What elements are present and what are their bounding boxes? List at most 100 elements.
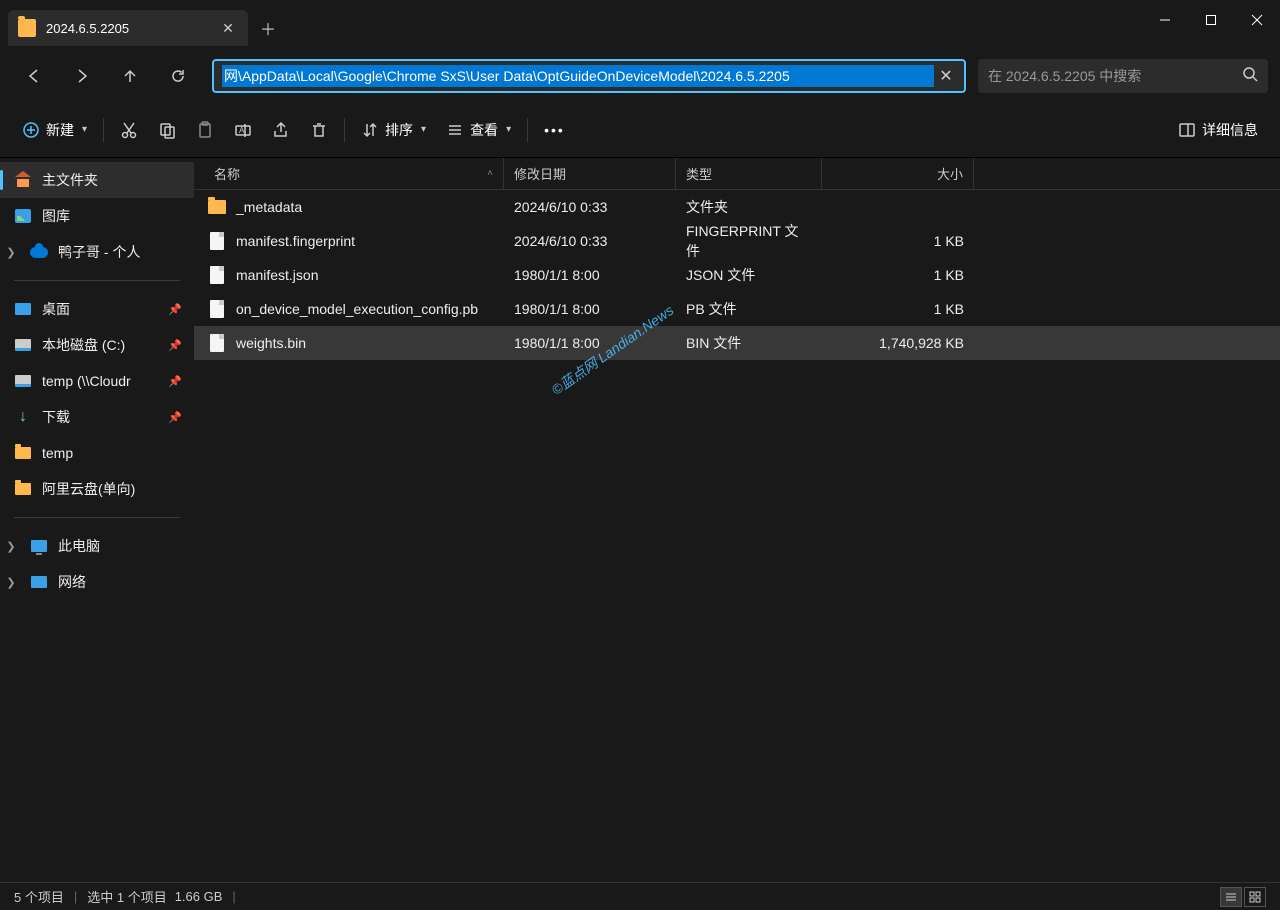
column-date[interactable]: 修改日期 xyxy=(504,158,676,189)
search-box[interactable]: 在 2024.6.5.2205 中搜索 xyxy=(978,59,1268,93)
file-row[interactable]: _metadata2024/6/10 0:33文件夹 xyxy=(194,190,1280,224)
pin-icon: 📌 xyxy=(168,375,182,388)
folder-icon xyxy=(18,19,36,37)
more-button[interactable]: ••• xyxy=(534,112,575,148)
search-icon xyxy=(1242,66,1258,87)
view-icon xyxy=(446,121,464,139)
file-row[interactable]: manifest.json1980/1/1 8:00JSON 文件1 KB xyxy=(194,258,1280,292)
statusbar: 5 个项目 | 选中 1 个项目 1.66 GB | xyxy=(0,882,1280,910)
column-headers: 名称 ˄ 修改日期 类型 大小 xyxy=(194,158,1280,190)
chevron-down-icon: ▾ xyxy=(421,124,426,135)
sidebar-downloads[interactable]: ↓ 下载 📌 xyxy=(0,399,194,435)
icons-view-button[interactable] xyxy=(1244,887,1266,907)
search-placeholder: 在 2024.6.5.2205 中搜索 xyxy=(988,66,1242,86)
file-name: manifest.fingerprint xyxy=(236,233,355,249)
sidebar-temp-cloud[interactable]: temp (\\Cloudr 📌 xyxy=(0,363,194,399)
sidebar-aliyun[interactable]: 阿里云盘(单向) xyxy=(0,471,194,507)
sidebar-onedrive[interactable]: ❯ 鸭子哥 - 个人 xyxy=(0,234,194,270)
sort-icon xyxy=(361,121,379,139)
rename-button[interactable]: A xyxy=(224,112,262,148)
tab-title: 2024.6.5.2205 xyxy=(46,21,210,36)
close-tab-icon[interactable]: ✕ xyxy=(220,20,236,36)
details-view-button[interactable] xyxy=(1220,887,1242,907)
copy-button[interactable] xyxy=(148,112,186,148)
file-size: 1 KB xyxy=(822,233,974,249)
sort-button[interactable]: 排序 ▾ xyxy=(351,112,436,148)
new-tab-button[interactable]: ＋ xyxy=(248,10,288,46)
chevron-down-icon: ▾ xyxy=(506,124,511,135)
pc-icon xyxy=(30,537,48,555)
paste-button[interactable] xyxy=(186,112,224,148)
maximize-button[interactable] xyxy=(1188,0,1234,40)
column-type[interactable]: 类型 xyxy=(676,158,822,189)
sidebar-temp[interactable]: temp xyxy=(0,435,194,471)
sidebar-network[interactable]: ❯ 网络 xyxy=(0,564,194,600)
sidebar-gallery[interactable]: 图库 xyxy=(0,198,194,234)
folder-icon xyxy=(14,480,32,498)
disk-icon xyxy=(14,336,32,354)
details-pane-icon xyxy=(1178,121,1196,139)
file-name: weights.bin xyxy=(236,335,306,351)
cut-button[interactable] xyxy=(110,112,148,148)
disk-icon xyxy=(14,372,32,390)
download-icon: ↓ xyxy=(14,408,32,426)
clear-address-icon[interactable]: ✕ xyxy=(934,66,958,86)
view-button[interactable]: 查看 ▾ xyxy=(436,112,521,148)
back-button[interactable] xyxy=(12,56,56,96)
rename-icon: A xyxy=(234,121,252,139)
gallery-icon xyxy=(14,207,32,225)
forward-button[interactable] xyxy=(60,56,104,96)
sidebar-thispc[interactable]: ❯ 此电脑 xyxy=(0,528,194,564)
details-button[interactable]: 详细信息 xyxy=(1168,112,1268,148)
paste-icon xyxy=(196,121,214,139)
chevron-down-icon: ▾ xyxy=(82,124,87,135)
sort-indicator-icon: ˄ xyxy=(487,168,493,179)
share-icon xyxy=(272,121,290,139)
file-date: 2024/6/10 0:33 xyxy=(504,199,676,215)
tab[interactable]: 2024.6.5.2205 ✕ xyxy=(8,10,248,46)
column-name[interactable]: 名称 ˄ xyxy=(194,158,504,189)
cut-icon xyxy=(120,121,138,139)
refresh-button[interactable] xyxy=(156,56,200,96)
sidebar-desktop[interactable]: 桌面 📌 xyxy=(0,291,194,327)
delete-button[interactable] xyxy=(300,112,338,148)
address-bar[interactable]: 网\AppData\Local\Google\Chrome SxS\User D… xyxy=(212,59,966,93)
close-window-button[interactable] xyxy=(1234,0,1280,40)
home-icon xyxy=(14,171,32,189)
file-date: 1980/1/1 8:00 xyxy=(504,335,676,351)
sidebar-home[interactable]: 主文件夹 xyxy=(0,162,194,198)
file-row[interactable]: weights.bin1980/1/1 8:00BIN 文件1,740,928 … xyxy=(194,326,1280,360)
view-mode-buttons xyxy=(1220,887,1266,907)
pin-icon: 📌 xyxy=(168,303,182,316)
main: 主文件夹 图库 ❯ 鸭子哥 - 个人 桌面 📌 本地磁盘 (C:) 📌 temp… xyxy=(0,158,1280,882)
status-size: 1.66 GB xyxy=(175,889,223,904)
sidebar-localdisk[interactable]: 本地磁盘 (C:) 📌 xyxy=(0,327,194,363)
chevron-right-icon: ❯ xyxy=(2,246,20,259)
minimize-button[interactable] xyxy=(1142,0,1188,40)
file-name: on_device_model_execution_config.pb xyxy=(236,301,478,317)
file-icon xyxy=(208,232,226,250)
trash-icon xyxy=(310,121,328,139)
pin-icon: 📌 xyxy=(168,411,182,424)
share-button[interactable] xyxy=(262,112,300,148)
address-text: 网\AppData\Local\Google\Chrome SxS\User D… xyxy=(222,65,934,87)
file-size: 1 KB xyxy=(822,301,974,317)
ellipsis-icon: ••• xyxy=(544,122,565,138)
up-button[interactable] xyxy=(108,56,152,96)
column-size[interactable]: 大小 xyxy=(822,158,974,189)
file-date: 1980/1/1 8:00 xyxy=(504,301,676,317)
status-selected: 选中 1 个项目 xyxy=(87,887,166,906)
file-name: _metadata xyxy=(236,199,302,215)
chevron-right-icon: ❯ xyxy=(2,540,20,553)
file-row[interactable]: on_device_model_execution_config.pb 1980/… xyxy=(194,292,1280,326)
file-row[interactable]: manifest.fingerprint2024/6/10 0:33FINGER… xyxy=(194,224,1280,258)
svg-text:A: A xyxy=(239,126,245,135)
file-icon xyxy=(208,300,226,318)
window-controls xyxy=(1142,0,1280,40)
new-button[interactable]: 新建 ▾ xyxy=(12,112,97,148)
navbar: 网\AppData\Local\Google\Chrome SxS\User D… xyxy=(0,50,1280,102)
chevron-right-icon: ❯ xyxy=(2,576,20,589)
folder-icon xyxy=(14,444,32,462)
file-type: FINGERPRINT 文件 xyxy=(676,221,822,261)
file-size: 1,740,928 KB xyxy=(822,335,974,351)
